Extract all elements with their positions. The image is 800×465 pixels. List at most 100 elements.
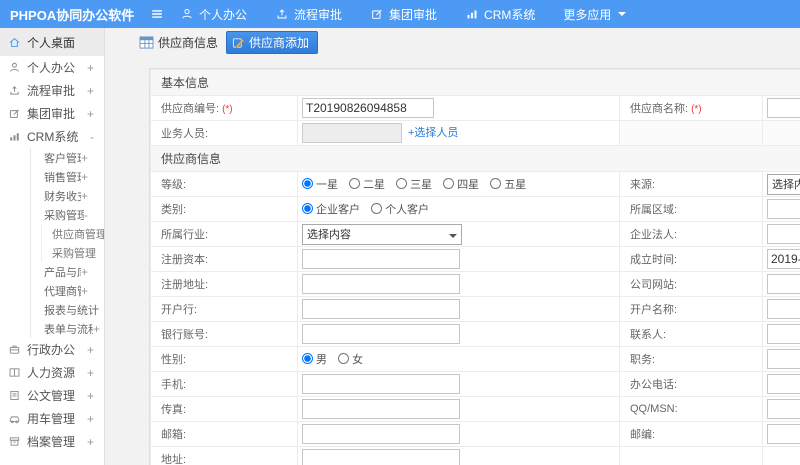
- gender-radio-male[interactable]: [302, 353, 313, 365]
- section-header-basic-info: 基本信息: [149, 69, 800, 96]
- position-input[interactable]: [767, 349, 800, 369]
- supplier-code-input[interactable]: [302, 98, 434, 118]
- sidebar-item-agent-mgmt[interactable]: 代理商管理 +: [31, 281, 104, 300]
- archive-icon: [8, 435, 21, 448]
- source-label: 来源:: [619, 171, 763, 197]
- category-radio-personal[interactable]: [371, 203, 383, 215]
- chart-icon: [465, 7, 479, 21]
- sidebar-item-form-flow-settings[interactable]: 表单与流程设置 +: [31, 319, 104, 338]
- content-area: 供应商信息 供应商添加 基本信息 供应商编号:(*) 供应商名称:(*): [105, 28, 800, 465]
- registered-capital-label: 注册资本:: [150, 246, 298, 272]
- grade-radio-5star[interactable]: [490, 178, 502, 190]
- grade-radio-1star[interactable]: [302, 178, 313, 190]
- tab-supplier-add[interactable]: 供应商添加: [226, 30, 319, 54]
- grade-radio-3star[interactable]: [396, 178, 408, 190]
- sidebar-item-admin-office[interactable]: 行政办公 +: [0, 338, 104, 361]
- nav-item-more-apps[interactable]: 更多应用: [563, 6, 627, 23]
- website-input[interactable]: [767, 274, 800, 294]
- account-name-label: 开户名称:: [619, 296, 763, 322]
- sidebar-item-personal-office[interactable]: 个人办公 +: [0, 56, 104, 79]
- sidebar-item-sales-mgmt[interactable]: 销售管理 +: [31, 167, 104, 186]
- established-date-input[interactable]: [767, 249, 800, 269]
- established-date-label: 成立时间:: [619, 246, 763, 272]
- edit-pencil-icon: [232, 36, 245, 49]
- sidebar-item-hr[interactable]: 人力资源 +: [0, 361, 104, 384]
- table-icon: [139, 35, 154, 49]
- sidebar-item-product-inventory[interactable]: 产品与库存 +: [31, 262, 104, 281]
- grade-radio-4star[interactable]: [443, 178, 455, 190]
- sidebar-item-workflow-approval[interactable]: 流程审批 +: [0, 79, 104, 102]
- sales-person-input[interactable]: [302, 123, 402, 143]
- registered-address-input[interactable]: [302, 274, 460, 294]
- expand-icon: +: [86, 434, 94, 449]
- gender-label: 性别:: [150, 346, 298, 372]
- empty-cell: [761, 446, 800, 465]
- legal-person-label: 企业法人:: [619, 221, 763, 247]
- hamburger-menu-icon[interactable]: [150, 7, 164, 21]
- office-phone-input[interactable]: [767, 374, 800, 394]
- gender-radio-female[interactable]: [338, 353, 350, 365]
- fax-input[interactable]: [302, 399, 460, 419]
- source-select[interactable]: 选择内容: [767, 173, 800, 195]
- user-icon: [8, 61, 21, 74]
- email-input[interactable]: [302, 424, 460, 444]
- industry-select[interactable]: 选择内容: [302, 223, 462, 245]
- address-label: 地址:: [150, 446, 298, 465]
- postcode-input[interactable]: [767, 424, 800, 444]
- registered-address-label: 注册地址:: [150, 271, 298, 297]
- nav-item-crm[interactable]: CRM系统: [465, 6, 535, 23]
- expand-icon: +: [86, 342, 94, 357]
- sidebar-item-supplier-mgmt[interactable]: 供应商管理: [42, 224, 104, 243]
- expand-icon: +: [80, 150, 88, 165]
- sidebar-item-archive-mgmt[interactable]: 档案管理 +: [0, 430, 104, 453]
- bank-input[interactable]: [302, 299, 460, 319]
- legal-person-input[interactable]: [767, 224, 800, 244]
- sidebar-item-vehicle-mgmt[interactable]: 用车管理 +: [0, 407, 104, 430]
- top-navbar: PHPOA协同办公软件 个人办公 流程审批 集团审批 CRM系统 更多应用: [0, 0, 800, 28]
- car-icon: [8, 412, 21, 425]
- office-phone-label: 办公电话:: [619, 371, 763, 397]
- caret-down-icon: [449, 233, 457, 242]
- expand-icon: +: [86, 60, 94, 75]
- collapse-icon: -: [90, 129, 94, 144]
- sales-person-label: 业务人员:: [150, 120, 298, 146]
- bank-account-input[interactable]: [302, 324, 460, 344]
- nav-item-personal-office[interactable]: 个人办公: [180, 6, 247, 23]
- choose-person-link[interactable]: +选择人员: [408, 127, 458, 139]
- sidebar-item-reports-stats[interactable]: 报表与统计: [31, 300, 104, 319]
- sidebar-item-customer-mgmt[interactable]: 客户管理 +: [31, 148, 104, 167]
- empty-cell: [619, 446, 763, 465]
- qq-msn-input[interactable]: [767, 399, 800, 419]
- sidebar-item-purchase-mgmt[interactable]: 采购管理 -: [31, 205, 104, 224]
- grade-radio-2star[interactable]: [349, 178, 361, 190]
- sidebar-item-group-approval[interactable]: 集团审批 +: [0, 102, 104, 125]
- supplier-name-input[interactable]: [767, 98, 800, 118]
- website-label: 公司网站:: [619, 271, 763, 297]
- mobile-label: 手机:: [150, 371, 298, 397]
- app-logo: PHPOA协同办公软件: [10, 7, 135, 23]
- supplier-code-label: 供应商编号: (*): [150, 95, 298, 121]
- registered-capital-input[interactable]: [302, 249, 460, 269]
- mobile-input[interactable]: [302, 374, 460, 394]
- upload-icon: [8, 84, 21, 97]
- fax-label: 传真:: [150, 396, 298, 422]
- nav-item-group-approval[interactable]: 集团审批: [370, 6, 437, 23]
- account-name-input[interactable]: [767, 299, 800, 319]
- sidebar-item-purchase-mgmt-sub[interactable]: 采购管理: [42, 243, 104, 262]
- user-icon: [180, 7, 194, 21]
- expand-icon: +: [80, 169, 88, 184]
- sidebar-item-crm[interactable]: CRM系统 -: [0, 125, 104, 148]
- expand-icon: +: [92, 321, 100, 336]
- sidebar-item-document-mgmt[interactable]: 公文管理 +: [0, 384, 104, 407]
- contact-input[interactable]: [767, 324, 800, 344]
- category-radio-company[interactable]: [302, 203, 313, 215]
- address-input[interactable]: [302, 449, 460, 465]
- supplier-add-form: 基本信息 供应商编号:(*) 供应商名称:(*) 业务人员: +选择人员 供应商…: [149, 68, 800, 465]
- sidebar-item-personal-desktop[interactable]: 个人桌面: [0, 28, 104, 56]
- region-input[interactable]: [767, 199, 800, 219]
- tab-supplier-info[interactable]: 供应商信息: [139, 34, 218, 51]
- sidebar-item-finance[interactable]: 财务收支 +: [31, 186, 104, 205]
- document-icon: [8, 389, 21, 402]
- expand-icon: +: [86, 388, 94, 403]
- nav-item-workflow-approval[interactable]: 流程审批: [275, 6, 342, 23]
